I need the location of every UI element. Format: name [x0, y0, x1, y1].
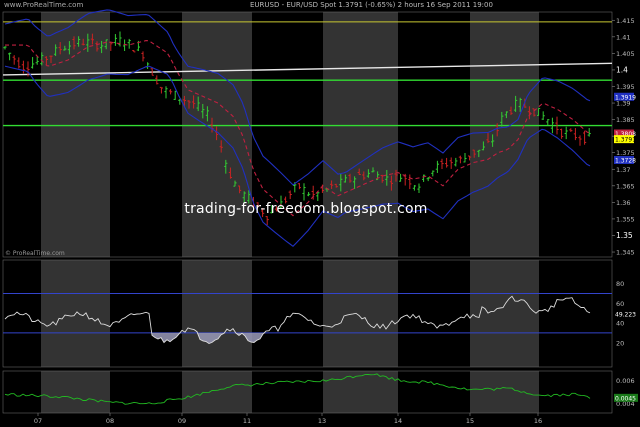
x-axis-label: 11	[243, 417, 251, 425]
price-axis-label: 1.36	[616, 199, 630, 207]
price-axis-label: 1.415	[616, 17, 635, 25]
x-axis-label: 13	[318, 417, 326, 425]
session-shade	[41, 371, 110, 413]
x-axis-label: 09	[178, 417, 186, 425]
session-shade	[182, 371, 252, 413]
price-axis-label: 1.4	[616, 65, 628, 74]
session-shade	[323, 260, 398, 367]
session-shade	[182, 260, 252, 367]
price-axis-label: 1.41	[616, 33, 630, 41]
x-axis-label: 15	[466, 417, 474, 425]
rsi-axis-label: 60	[616, 300, 624, 308]
watermark: trading-for-freedom.blogspot.com	[184, 201, 428, 217]
price-axis-label: 1.35	[616, 231, 633, 240]
price-axis-label: 1.405	[616, 50, 635, 58]
session-shade	[470, 371, 539, 413]
rsi-value-label: 49.223	[615, 312, 636, 319]
x-axis-label: 07	[34, 417, 42, 425]
price-axis-label: 1.355	[616, 215, 635, 223]
x-axis-label: 08	[106, 417, 114, 425]
price-tag-label: 1.3919	[615, 94, 636, 101]
price-axis-label: 1.365	[616, 182, 635, 190]
price-axis-label: 1.385	[616, 116, 635, 124]
session-shade	[470, 12, 539, 257]
x-axis-label: 14	[394, 417, 402, 425]
session-shade	[41, 12, 110, 257]
rsi-axis-label: 20	[616, 339, 624, 347]
price-axis-label: 1.345	[616, 249, 635, 257]
rsi-axis-label: 80	[616, 280, 624, 288]
price-tag-label: 1.3791	[615, 137, 636, 144]
price-tag-label: 1.3728	[615, 157, 636, 164]
session-shade	[323, 12, 398, 257]
copyright-label: © ProRealTime.com	[5, 250, 65, 257]
osc-axis-label: 0.006	[616, 377, 635, 385]
osc-value-label: 0.0045	[615, 395, 636, 402]
rsi-axis-label: 40	[616, 320, 624, 328]
chart-window: www.ProRealTime.com EURUSD - EUR/USD Spo…	[0, 0, 640, 427]
price-axis-label: 1.395	[616, 83, 635, 91]
price-axis-label: 1.37	[616, 166, 630, 174]
x-axis-label: 16	[534, 417, 542, 425]
